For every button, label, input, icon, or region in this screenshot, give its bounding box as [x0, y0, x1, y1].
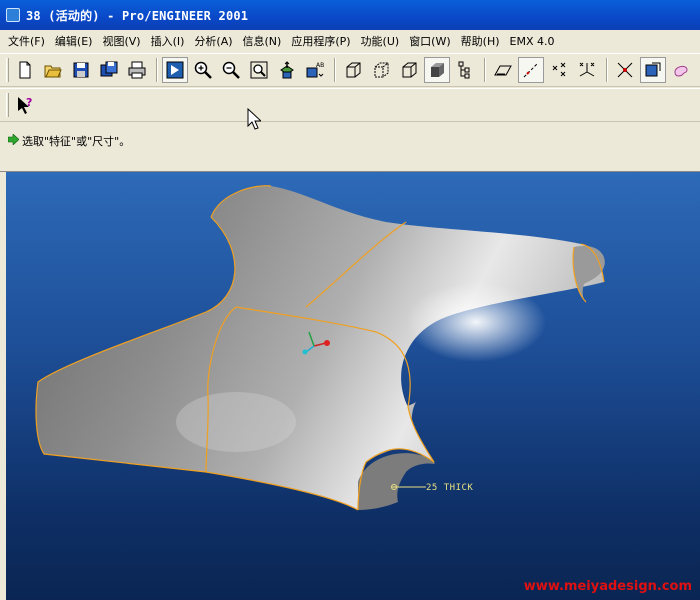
zoom-in-icon[interactable]	[190, 57, 216, 83]
front-notch-face	[358, 453, 435, 510]
print-icon[interactable]	[124, 57, 150, 83]
menu-analysis[interactable]: 分析(A)	[194, 33, 232, 49]
title-bar: 38 (活动的) - Pro/ENGINEER 2001	[0, 0, 700, 30]
orient-icon[interactable]	[274, 57, 300, 83]
menu-insert[interactable]: 插入(I)	[151, 33, 185, 49]
menu-view[interactable]: 视图(V)	[102, 33, 140, 49]
saved-views-icon[interactable]: AB	[302, 57, 328, 83]
watermark: www.meiyadesign.com	[523, 579, 692, 594]
message-arrow-icon	[8, 134, 19, 145]
menu-bar: 文件(F) 编辑(E) 视图(V) 插入(I) 分析(A) 信息(N) 应用程序…	[0, 30, 700, 52]
zoom-out-icon[interactable]	[218, 57, 244, 83]
repaint-icon[interactable]	[162, 57, 188, 83]
message-area: 选取"特征"或"尺寸"。	[0, 123, 700, 172]
save-icon[interactable]	[68, 57, 94, 83]
toolbar-separator	[484, 58, 486, 82]
model-tree-icon[interactable]	[452, 57, 478, 83]
datum-point-icon[interactable]	[546, 57, 572, 83]
menu-edit[interactable]: 编辑(E)	[55, 33, 93, 49]
new-file-icon[interactable]	[12, 57, 38, 83]
spin-center-icon[interactable]	[612, 57, 638, 83]
mouse-cursor-icon	[247, 108, 261, 130]
menu-help[interactable]: 帮助(H)	[461, 33, 500, 49]
appearance-icon[interactable]	[668, 57, 694, 83]
help-toolbar: ?	[0, 88, 700, 122]
thickness-annotation[interactable]: 25 THICK	[426, 483, 473, 493]
coord-sys-icon[interactable]	[574, 57, 600, 83]
hidden-line-icon[interactable]	[368, 57, 394, 83]
toolbar-separator	[606, 58, 608, 82]
menu-utilities[interactable]: 功能(U)	[361, 33, 400, 49]
datum-plane-icon[interactable]	[490, 57, 516, 83]
shaded-icon[interactable]	[424, 57, 450, 83]
menu-window[interactable]: 窗口(W)	[409, 33, 450, 49]
svg-text:AB: AB	[316, 62, 324, 69]
window-title: 38 (活动的) - Pro/ENGINEER 2001	[26, 8, 249, 23]
open-file-icon[interactable]	[40, 57, 66, 83]
toolbar-grip[interactable]	[6, 58, 9, 82]
app-icon	[6, 8, 20, 22]
menu-applications[interactable]: 应用程序(P)	[291, 33, 350, 49]
graphics-viewport[interactable]: 25 THICK www.meiyadesign.com	[6, 172, 700, 600]
svg-text:?: ?	[26, 96, 32, 109]
select-filter-icon[interactable]	[640, 57, 666, 83]
menu-file[interactable]: 文件(F)	[8, 33, 45, 49]
menu-emx[interactable]: EMX 4.0	[510, 35, 555, 48]
whats-this-icon[interactable]: ?	[12, 92, 38, 118]
main-toolbar: AB	[0, 53, 700, 87]
menu-info[interactable]: 信息(N)	[243, 33, 282, 49]
toolbar-separator	[156, 58, 158, 82]
datum-axis-icon[interactable]	[518, 57, 544, 83]
refit-icon[interactable]	[246, 57, 272, 83]
part-model[interactable]	[6, 172, 700, 600]
no-hidden-icon[interactable]	[396, 57, 422, 83]
save-copy-icon[interactable]	[96, 57, 122, 83]
wireframe-icon[interactable]	[340, 57, 366, 83]
message-text: 选取"特征"或"尺寸"。	[22, 135, 131, 148]
toolbar-grip[interactable]	[6, 93, 9, 117]
toolbar-separator	[334, 58, 336, 82]
